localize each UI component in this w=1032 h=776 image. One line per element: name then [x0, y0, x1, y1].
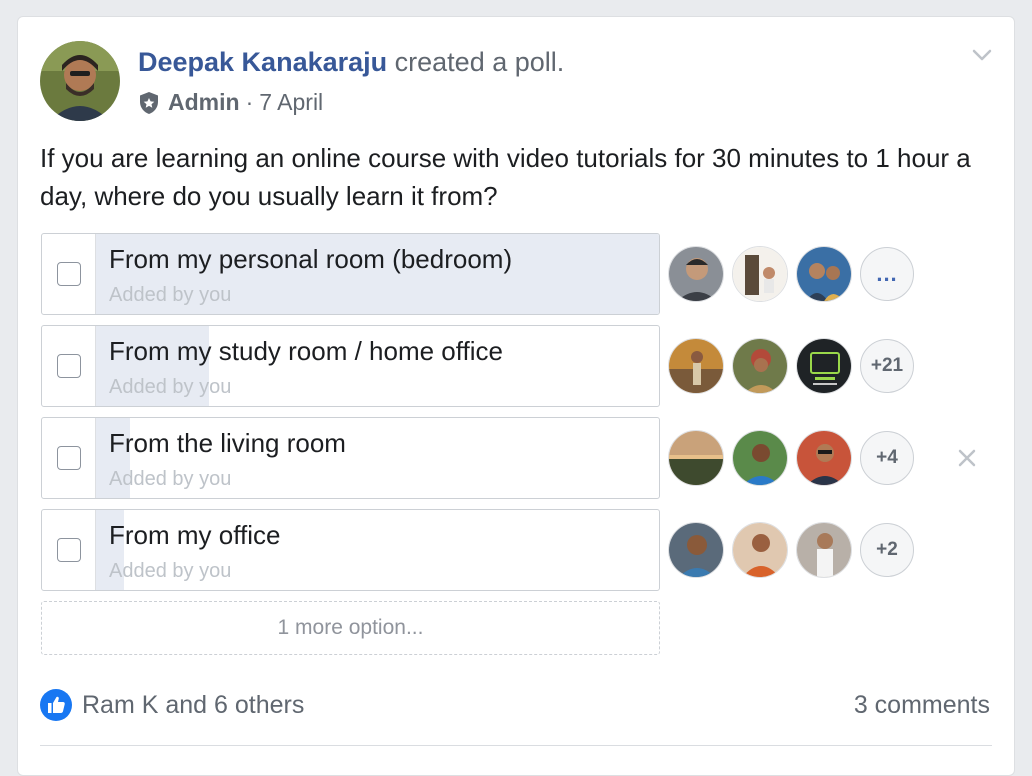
- voter-avatar[interactable]: [668, 246, 724, 302]
- more-voters-button[interactable]: +2: [860, 523, 914, 577]
- option-label: From the living room: [109, 428, 346, 458]
- voter-avatar[interactable]: [668, 522, 724, 578]
- option-4-voters: +2: [668, 522, 914, 578]
- more-voters-button[interactable]: +4: [860, 431, 914, 485]
- option-checkbox-cell[interactable]: [42, 418, 96, 498]
- post-date[interactable]: 7 April: [259, 89, 323, 116]
- voter-avatar[interactable]: [732, 430, 788, 486]
- more-voters-button[interactable]: +21: [860, 339, 914, 393]
- meta-separator: ·: [245, 89, 254, 115]
- option-label: From my office: [109, 520, 281, 550]
- post-header: Deepak Kanakaraju created a poll.: [138, 47, 564, 78]
- poll-option-4[interactable]: From my office Added by you: [41, 509, 660, 591]
- comments-count[interactable]: 3 comments: [854, 691, 990, 720]
- voter-avatar[interactable]: [668, 338, 724, 394]
- remove-option-icon[interactable]: [956, 447, 978, 469]
- reactions-summary[interactable]: Ram K and 6 others: [40, 689, 304, 721]
- option-checkbox[interactable]: [57, 354, 81, 378]
- poll-post-card: Deepak Kanakaraju created a poll. Admin …: [17, 16, 1015, 776]
- option-checkbox-cell[interactable]: [42, 510, 96, 590]
- option-added-by: Added by you: [109, 376, 232, 398]
- voter-avatar[interactable]: [796, 338, 852, 394]
- voter-avatar[interactable]: [796, 430, 852, 486]
- option-label: From my personal room (bedroom): [109, 244, 513, 274]
- option-added-by: Added by you: [109, 284, 232, 306]
- poll-option-1[interactable]: From my personal room (bedroom) Added by…: [41, 233, 660, 315]
- poll-option-2[interactable]: From my study room / home office Added b…: [41, 325, 660, 407]
- post-meta: Admin · 7 April: [138, 89, 323, 116]
- post-action: created a poll.: [394, 47, 565, 77]
- like-reaction-icon: [40, 689, 72, 721]
- voter-avatar[interactable]: [732, 338, 788, 394]
- option-1-voters: ...: [668, 246, 914, 302]
- poll-option-3[interactable]: From the living room Added by you: [41, 417, 660, 499]
- option-label: From my study room / home office: [109, 336, 503, 366]
- option-3-voters: +4: [668, 430, 914, 486]
- footer-divider: [40, 745, 992, 746]
- option-checkbox[interactable]: [57, 262, 81, 286]
- poll-question: If you are learning an online course wit…: [40, 143, 971, 211]
- admin-label: Admin: [168, 89, 240, 115]
- option-2-voters: +21: [668, 338, 914, 394]
- option-checkbox-cell[interactable]: [42, 326, 96, 406]
- voter-avatar[interactable]: [668, 430, 724, 486]
- voter-avatar[interactable]: [732, 246, 788, 302]
- chevron-down-icon[interactable]: [972, 47, 992, 63]
- voter-avatar[interactable]: [732, 522, 788, 578]
- author-name[interactable]: Deepak Kanakaraju: [138, 47, 387, 77]
- voter-avatar[interactable]: [796, 522, 852, 578]
- more-voters-button[interactable]: ...: [860, 247, 914, 301]
- author-avatar[interactable]: [40, 41, 120, 121]
- option-added-by: Added by you: [109, 560, 232, 582]
- option-checkbox[interactable]: [57, 446, 81, 470]
- option-added-by: Added by you: [109, 468, 232, 490]
- more-options-button[interactable]: 1 more option...: [41, 601, 660, 655]
- likes-text[interactable]: Ram K and 6 others: [82, 691, 304, 720]
- option-checkbox-cell[interactable]: [42, 234, 96, 314]
- voter-avatar[interactable]: [796, 246, 852, 302]
- option-checkbox[interactable]: [57, 538, 81, 562]
- admin-shield-icon: [140, 91, 158, 114]
